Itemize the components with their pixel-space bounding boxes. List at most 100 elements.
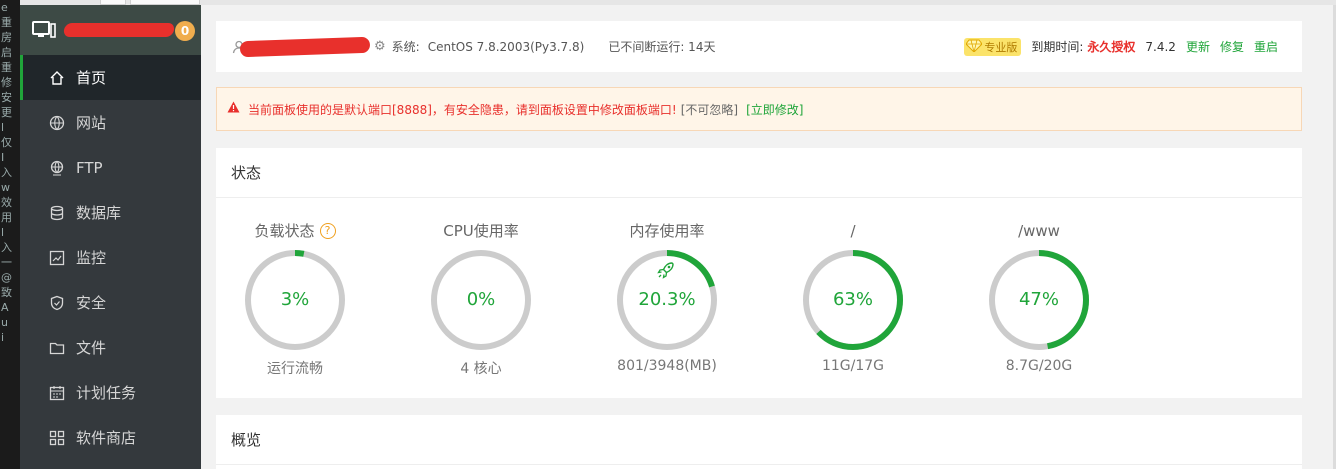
monitor-chart-icon (48, 249, 66, 267)
system-value: CentOS 7.8.2003(Py3.7.8) (427, 39, 585, 54)
warning-text: 当前面板使用的是默认端口[8888]，有安全隐患，请到面板设置中修改面板端口! (248, 102, 677, 117)
terminal-glyph: 安 (1, 91, 12, 104)
redacted-username (62, 23, 176, 37)
sidebar-item-3[interactable]: 数据库 (20, 190, 201, 235)
security-warning-bar: 当前面板使用的是默认端口[8888]，有安全隐患，请到面板设置中修改面板端口! … (216, 87, 1302, 131)
gauge-title: / (778, 220, 928, 242)
gauge-1[interactable]: CPU使用率 0% 4 核心 (406, 220, 556, 378)
gear-icon[interactable]: ⚙ (374, 39, 386, 54)
sidebar-item-label: 网站 (76, 114, 107, 132)
expire-value: 永久授权 (1087, 40, 1136, 54)
gauge-subtext: 4 核心 (460, 361, 502, 377)
terminal-glyph: 重 (1, 61, 12, 74)
sidebar-item-label: 监控 (76, 249, 107, 267)
sidebar-item-2[interactable]: FTP (20, 145, 201, 190)
sidebar-item-label: 文件 (76, 339, 107, 357)
sidebar-header: 0 (20, 5, 201, 55)
ftp-globe-icon (48, 159, 66, 177)
gauge-subtext: 801/3948(MB) (617, 358, 717, 374)
gauge-title: 内存使用率 (592, 220, 742, 242)
expire-label: 到期时间: (1031, 40, 1084, 54)
gauge-value: 3% (280, 289, 310, 310)
terminal-glyph: 一 (1, 256, 12, 269)
warning-not-ignorable: [不可忽略] (680, 102, 739, 117)
terminal-glyph: 仅 (1, 136, 12, 149)
license-info: 专业版 到期时间: 永久授权 7.4.2 更新 修复 重启 (964, 37, 1278, 56)
terminal-glyph: 效 (1, 196, 12, 209)
globe-icon (48, 114, 66, 132)
uptime-text: 已不间断运行: 14天 (608, 40, 716, 54)
sidebar-item-8[interactable]: 软件商店 (20, 415, 201, 460)
sidebar: 0 首页网站 FTP 数据库监控安全文件计划任务软件商店 (20, 5, 201, 469)
sidebar-item-7[interactable]: 计划任务 (20, 370, 201, 415)
restart-link[interactable]: 重启 (1254, 38, 1278, 55)
terminal-glyph: 修 (1, 76, 12, 89)
terminal-glyph: u (1, 316, 8, 329)
terminal-glyph: l (1, 121, 5, 134)
version-number: 7.4.2 (1145, 39, 1176, 54)
sidebar-nav: 首页网站 FTP 数据库监控安全文件计划任务软件商店 (20, 55, 201, 460)
gauge-title-text: 内存使用率 (629, 222, 705, 240)
redacted-hostname (239, 36, 371, 57)
home-icon (48, 69, 66, 87)
grid-apps-icon (48, 429, 66, 447)
gauge-title: /www (964, 220, 1114, 242)
pro-edition-badge[interactable]: 专业版 (964, 37, 1022, 56)
gauge-row: 负载状态? 3% 运行流畅 CPU使用率 0% 4 核心 内存使用率 20.3% 801/394… (216, 198, 1302, 398)
terminal-glyph: w (1, 181, 10, 194)
gauge-2[interactable]: 内存使用率 20.3% 801/3948(MB) (592, 220, 742, 374)
calendar-icon (48, 384, 66, 402)
server-info-bar: ⚙ 系统: CentOS 7.8.2003(Py3.7.8) 已不间断运行: 1… (216, 21, 1302, 72)
sidebar-item-label: FTP (76, 158, 103, 177)
folder-icon (48, 339, 66, 357)
gauge-title: CPU使用率 (406, 220, 556, 242)
message-count-badge[interactable]: 0 (175, 21, 195, 41)
gauge-title: 负载状态? (220, 220, 370, 242)
sidebar-item-label: 数据库 (76, 204, 122, 222)
terminal-glyph: l (1, 226, 5, 239)
gauge-ring: 20.3% (615, 248, 719, 352)
terminal-glyph: i (1, 331, 5, 344)
warning-triangle-icon (227, 101, 240, 117)
gauge-0[interactable]: 负载状态? 3% 运行流畅 (220, 220, 370, 378)
repair-link[interactable]: 修复 (1220, 38, 1244, 55)
sidebar-item-label: 计划任务 (76, 384, 137, 402)
gauge-subtext: 8.7G/20G (1005, 358, 1073, 374)
server-monitor-icon (32, 21, 56, 39)
gauge-4[interactable]: /www 47% 8.7G/20G (964, 220, 1114, 374)
help-icon[interactable]: ? (319, 223, 336, 239)
fix-port-link[interactable]: [立即修改] (746, 101, 803, 118)
status-title: 状态 (216, 148, 1302, 198)
overview-panel: 概览 (216, 415, 1302, 469)
gauge-ring: 3% (243, 248, 347, 352)
terminal-glyph: A (1, 301, 9, 314)
sidebar-item-6[interactable]: 文件 (20, 325, 201, 370)
gauge-ring: 0% (429, 248, 533, 352)
sidebar-item-5[interactable]: 安全 (20, 280, 201, 325)
gauge-subtext: 运行流畅 (267, 361, 323, 377)
status-panel: 状态 负载状态? 3% 运行流畅 CPU使用率 0% 4 核心 内存使用率 20.3% 801/… (216, 148, 1302, 398)
terminal-glyph: 入 (1, 166, 12, 179)
update-link[interactable]: 更新 (1186, 38, 1210, 55)
sidebar-item-1[interactable]: 网站 (20, 100, 201, 145)
sidebar-item-label: 安全 (76, 294, 107, 312)
gauge-3[interactable]: / 63% 11G/17G (778, 220, 928, 374)
gauge-title-text: CPU使用率 (443, 222, 519, 240)
terminal-glyph: 启 (1, 46, 12, 59)
terminal-glyph: 致 (1, 286, 12, 299)
sidebar-item-label: 首页 (76, 69, 107, 87)
gauge-value: 0% (466, 289, 496, 310)
terminal-glyph: 重 (1, 16, 12, 29)
terminal-glyph: I (1, 151, 5, 164)
terminal-glyph: 更 (1, 106, 12, 119)
pro-edition-label: 专业版 (984, 40, 1018, 54)
database-icon (48, 204, 66, 222)
gauge-title-text: 负载状态 (254, 222, 315, 240)
sidebar-item-4[interactable]: 监控 (20, 235, 201, 280)
gauge-ring: 63% (801, 248, 905, 352)
sidebar-item-0[interactable]: 首页 (20, 55, 201, 100)
gauge-value: 63% (832, 289, 873, 310)
gauge-subtext: 11G/17G (821, 358, 885, 374)
gauge-value: 47% (1018, 289, 1059, 310)
terminal-glyph: @ (1, 271, 12, 284)
